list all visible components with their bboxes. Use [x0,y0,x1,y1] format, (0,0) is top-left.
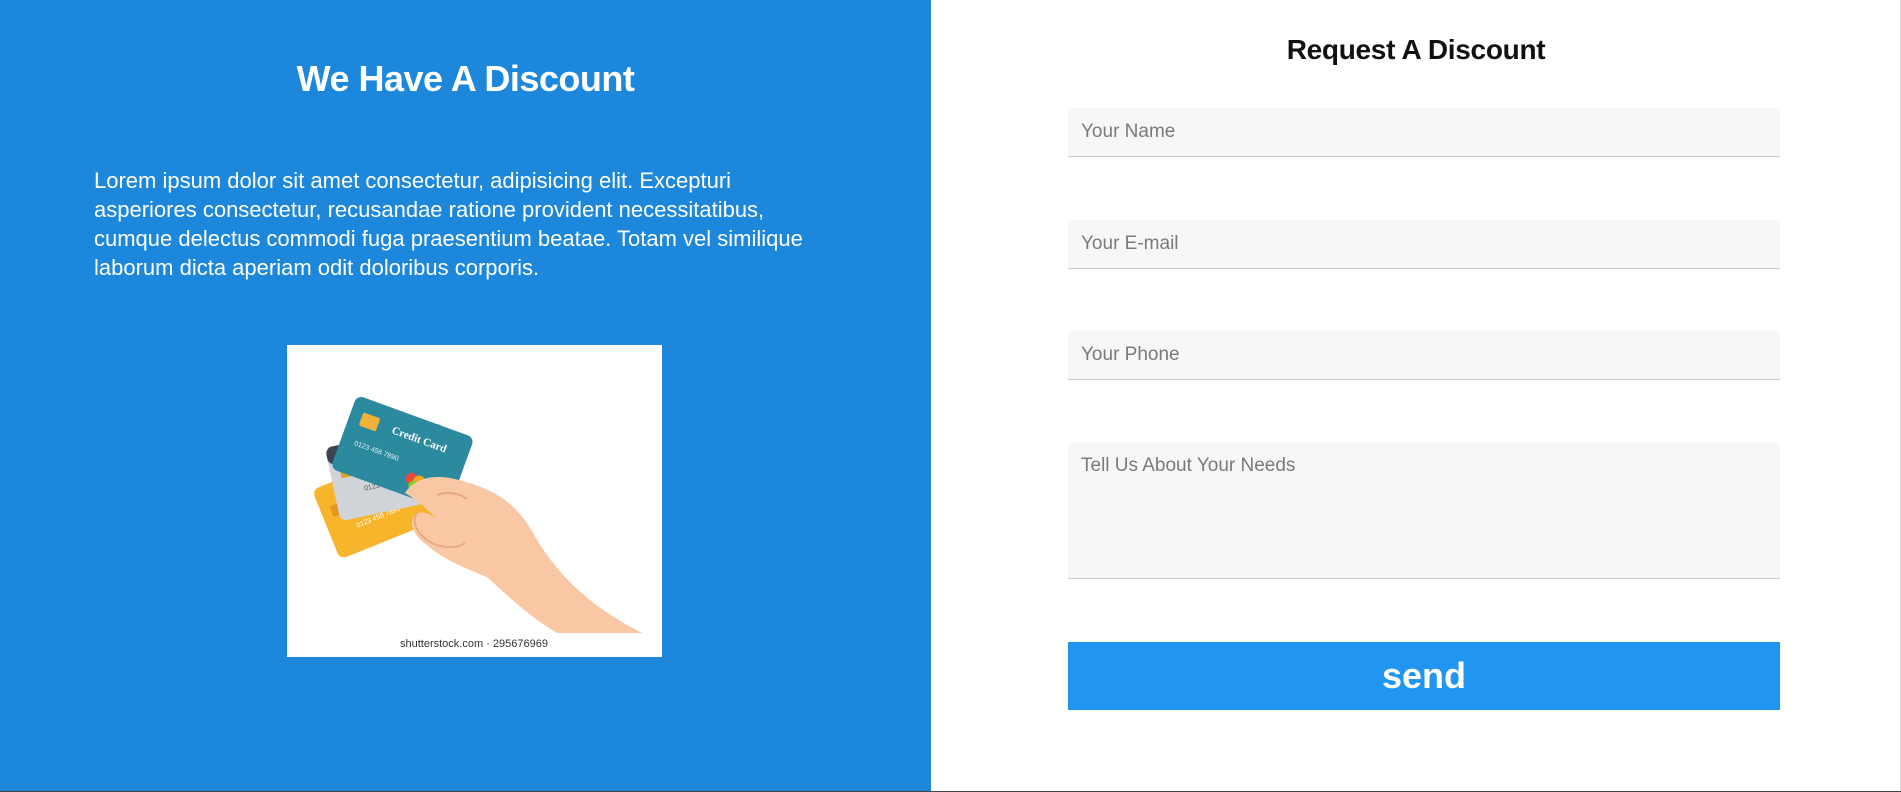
discount-description: Lorem ipsum dolor sit amet consectetur, … [94,168,803,280]
discount-section: We Have A Discount Lorem ipsum dolor sit… [0,0,1901,792]
credit-card-image: 0123 456 7890 0123 456 7890 Credit Card … [287,345,662,657]
discount-form-panel: Request A Discount send [931,0,1901,791]
needs-textarea[interactable] [1068,443,1780,579]
send-button[interactable]: send [1068,642,1780,710]
name-input[interactable] [1068,108,1780,157]
hand-credit-card-icon: 0123 456 7890 0123 456 7890 Credit Card … [314,396,642,650]
discount-heading: We Have A Discount [296,58,635,99]
phone-input[interactable] [1068,331,1780,380]
email-input[interactable] [1068,220,1780,269]
form-title: Request A Discount [1286,34,1546,65]
discount-info-panel: We Have A Discount Lorem ipsum dolor sit… [0,0,931,791]
image-watermark: shutterstock.com · 295676969 [400,638,548,650]
